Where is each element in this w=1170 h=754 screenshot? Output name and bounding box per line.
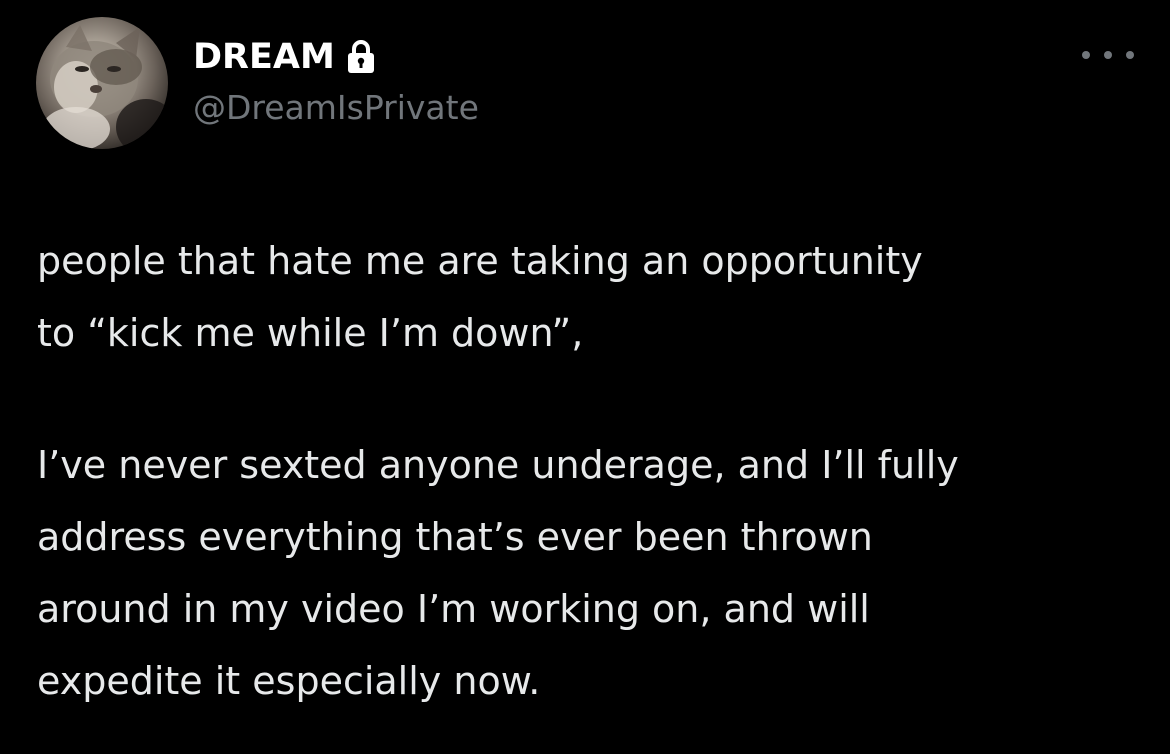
more-dot bbox=[1126, 51, 1134, 59]
tweet: DREAM @DreamIsPrivate people that hate m… bbox=[0, 0, 1170, 754]
more-options-icon[interactable] bbox=[1082, 42, 1134, 68]
tweet-text-line: around in my video I’m working on, and w… bbox=[37, 587, 870, 631]
tweet-text-line: people that hate me are taking an opport… bbox=[37, 239, 923, 283]
avatar[interactable] bbox=[36, 17, 168, 149]
more-dot bbox=[1082, 51, 1090, 59]
author-display-name[interactable]: DREAM bbox=[193, 37, 335, 77]
tweet-text-line: I’ve never sexted anyone underage, and I… bbox=[37, 443, 959, 487]
more-dot bbox=[1104, 51, 1112, 59]
tweet-text-line: expedite it especially now. bbox=[37, 659, 541, 703]
author-name-row: DREAM bbox=[193, 34, 377, 80]
tweet-text-line: address everything that’s ever been thro… bbox=[37, 515, 873, 559]
cat-avatar-icon bbox=[42, 25, 168, 149]
tweet-text: people that hate me are taking an opport… bbox=[37, 225, 1147, 717]
author-handle[interactable]: @DreamIsPrivate bbox=[193, 88, 479, 127]
lock-icon bbox=[345, 39, 377, 75]
tweet-text-line: to “kick me while I’m down”, bbox=[37, 311, 584, 355]
